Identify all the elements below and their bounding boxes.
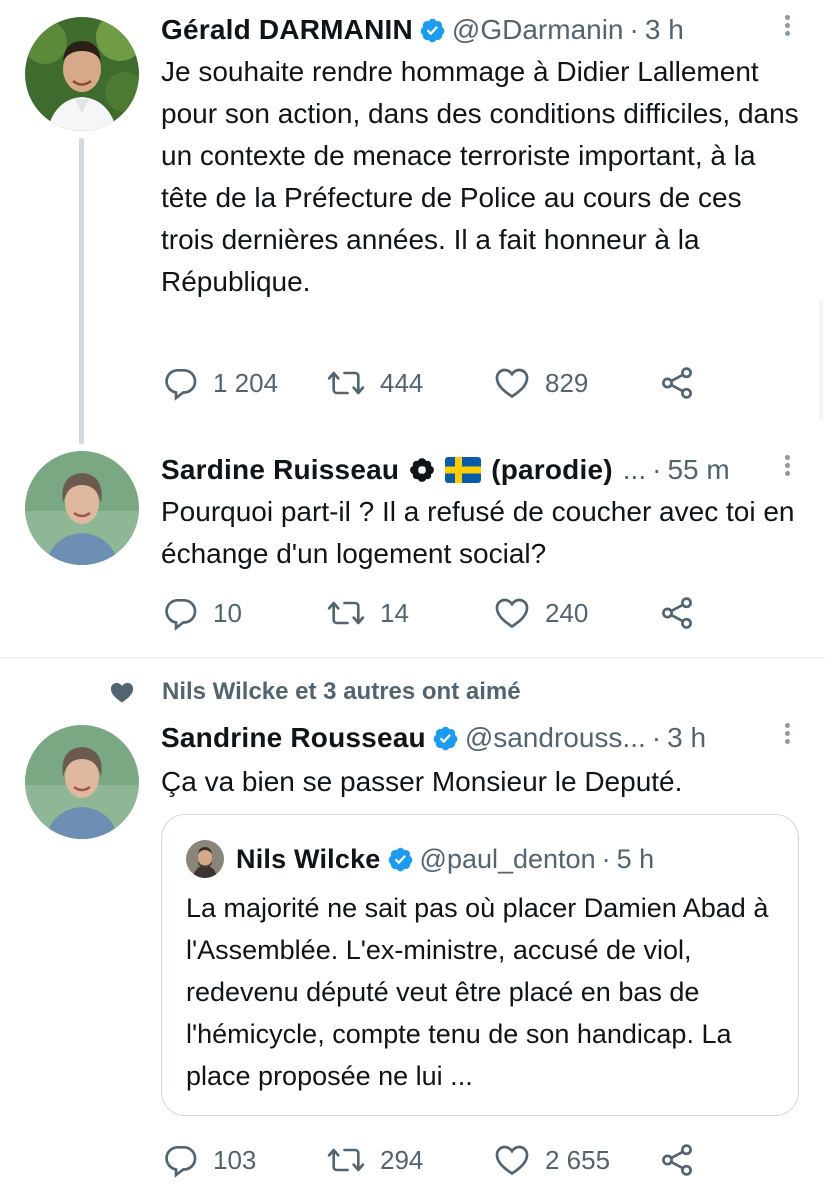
reply-button[interactable]: 1 204 (161, 363, 278, 403)
timestamp[interactable]: 3 h (645, 14, 684, 46)
share-button[interactable] (658, 593, 710, 633)
reply-count: 1 204 (213, 367, 279, 398)
like-count: 240 (545, 597, 589, 628)
social-context[interactable]: Nils Wilcke et 3 autres ont aimé (108, 675, 521, 709)
separator: · (651, 722, 662, 753)
avatar-parody[interactable] (25, 451, 139, 565)
verified-badge-icon (432, 725, 459, 752)
like-button[interactable]: 829 (493, 363, 588, 403)
reply-count: 10 (213, 597, 242, 628)
quoted-author-handle[interactable]: @paul_denton (420, 844, 596, 875)
reply-icon (165, 368, 197, 401)
quoted-timestamp[interactable]: 5 h (617, 844, 655, 875)
verified-badge-icon (387, 846, 414, 873)
more-icon[interactable] (783, 452, 791, 479)
tweet-actions: 1 204 444 829 (161, 363, 721, 403)
retweet-icon (327, 1148, 365, 1172)
retweet-icon (327, 371, 365, 395)
reply-count: 103 (213, 1144, 257, 1175)
retweet-button[interactable]: 294 (326, 1140, 423, 1180)
tweet-text: Je souhaite rendre hommage à Didier Lall… (161, 56, 799, 297)
tweet-parody[interactable]: Sardine Ruisseau (parodie) ... · 55 m Po… (0, 440, 825, 656)
share-button[interactable] (658, 1140, 710, 1180)
sweden-flag-icon (445, 457, 482, 483)
reply-icon (165, 598, 197, 631)
retweet-icon (327, 601, 365, 625)
more-icon[interactable] (783, 12, 791, 39)
separator: · (601, 843, 611, 874)
reply-button[interactable]: 103 (161, 1140, 256, 1180)
share-icon (662, 597, 692, 629)
like-button[interactable]: 2 655 (493, 1140, 610, 1180)
like-button[interactable]: 240 (493, 593, 588, 633)
retweet-count: 444 (380, 367, 424, 398)
author-name[interactable]: Sandrine Rousseau (161, 722, 426, 754)
flower-badge-icon (409, 457, 435, 483)
retweet-button[interactable]: 14 (326, 593, 409, 633)
like-count: 829 (545, 367, 589, 398)
quoted-author-name[interactable]: Nils Wilcke (236, 844, 381, 875)
author-handle[interactable]: ... (623, 454, 646, 486)
author-name[interactable]: Gérald DARMANIN (161, 14, 413, 46)
tweet-actions: 10 14 240 (161, 593, 721, 633)
quoted-tweet-text: La majorité ne sait pas où placer Damien… (186, 893, 769, 1091)
heart-filled-icon (110, 682, 134, 703)
tweet-rousseau[interactable]: Nils Wilcke et 3 autres ont aimé Sandrin… (0, 658, 825, 1200)
timestamp[interactable]: 3 h (667, 722, 706, 754)
tweet-actions: 103 294 2 655 (161, 1140, 721, 1180)
like-icon (495, 598, 529, 629)
separator: · (629, 14, 639, 45)
share-icon (662, 367, 692, 399)
tweet-text: Ça va bien se passer Monsieur le Deputé. (161, 766, 683, 797)
tweet-header: Sandrine Rousseau @sandrouss... · 3 h (161, 718, 706, 758)
parody-label: (parodie) (491, 454, 613, 485)
quoted-avatar[interactable] (186, 840, 224, 878)
thread-line (79, 138, 84, 444)
tweet-darmanin[interactable]: Gérald DARMANIN @GDarmanin · 3 h Je souh… (0, 0, 825, 444)
share-icon (662, 1144, 692, 1176)
author-handle[interactable]: @GDarmanin (452, 14, 624, 46)
tweet-header: Gérald DARMANIN @GDarmanin · 3 h (161, 10, 684, 50)
author-handle[interactable]: @sandrouss... (465, 722, 646, 754)
reply-icon (165, 1145, 197, 1178)
like-icon (495, 368, 529, 399)
share-button[interactable] (658, 363, 710, 403)
avatar-darmanin[interactable] (25, 17, 139, 131)
more-icon[interactable] (783, 720, 791, 747)
reply-button[interactable]: 10 (161, 593, 242, 633)
retweet-button[interactable]: 444 (326, 363, 423, 403)
scrollbar[interactable] (819, 300, 823, 420)
tweet-header: Sardine Ruisseau (parodie) ... · 55 m (161, 450, 730, 490)
retweet-count: 294 (380, 1144, 424, 1175)
retweet-count: 14 (380, 597, 409, 628)
like-count: 2 655 (545, 1144, 611, 1175)
avatar-rousseau[interactable] (25, 725, 139, 839)
separator: · (652, 454, 662, 485)
author-name[interactable]: Sardine Ruisseau (161, 454, 399, 486)
verified-badge-icon (419, 17, 446, 44)
timestamp[interactable]: 55 m (667, 454, 729, 486)
social-context-text: Nils Wilcke et 3 autres ont aimé (162, 678, 521, 705)
quoted-tweet[interactable]: Nils Wilcke @paul_denton · 5 h La majori… (161, 814, 799, 1116)
tweet-text: Pourquoi part-il ? Il a refusé de couche… (161, 496, 795, 569)
quoted-tweet-header: Nils Wilcke @paul_denton · 5 h (186, 839, 654, 879)
like-icon (495, 1145, 529, 1176)
